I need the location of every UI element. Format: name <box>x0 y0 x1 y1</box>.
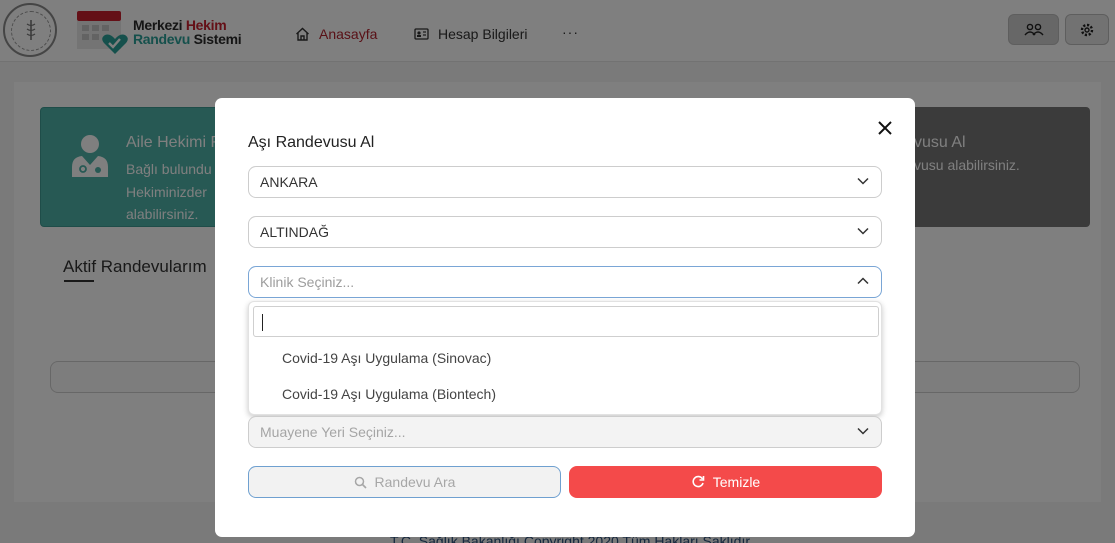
chevron-down-icon <box>857 177 869 185</box>
examination-place-select[interactable]: Muayene Yeri Seçiniz... <box>248 416 882 448</box>
search-appointment-button[interactable]: Randevu Ara <box>248 466 561 498</box>
city-select[interactable]: ANKARA <box>248 166 882 198</box>
close-icon[interactable] <box>876 119 894 137</box>
search-appointment-label: Randevu Ara <box>374 474 456 490</box>
search-icon <box>354 476 367 489</box>
modal-title: Aşı Randevusu Al <box>248 134 375 151</box>
city-select-value: ANKARA <box>260 174 318 190</box>
clinic-select-placeholder: Klinik Seçiniz... <box>260 274 355 290</box>
clinic-search-input[interactable] <box>253 306 879 337</box>
text-cursor <box>262 314 263 331</box>
vaccine-appointment-modal: Aşı Randevusu Al ANKARA ALTINDAĞ Klinik … <box>215 98 915 537</box>
chevron-down-icon <box>857 427 869 435</box>
clear-button-label: Temizle <box>712 474 761 490</box>
clinic-option-biontech[interactable]: Covid-19 Aşı Uygulama (Biontech) <box>282 386 496 402</box>
examination-place-placeholder: Muayene Yeri Seçiniz... <box>260 424 406 440</box>
chevron-down-icon <box>857 227 869 235</box>
district-select-value: ALTINDAĞ <box>260 224 329 240</box>
chevron-up-icon <box>857 277 869 285</box>
refresh-icon <box>692 475 705 488</box>
clinic-option-sinovac[interactable]: Covid-19 Aşı Uygulama (Sinovac) <box>282 350 491 366</box>
clinic-dropdown: Covid-19 Aşı Uygulama (Sinovac) Covid-19… <box>248 301 882 415</box>
clinic-select[interactable]: Klinik Seçiniz... <box>248 266 882 298</box>
clear-button[interactable]: Temizle <box>569 466 882 498</box>
district-select[interactable]: ALTINDAĞ <box>248 216 882 248</box>
